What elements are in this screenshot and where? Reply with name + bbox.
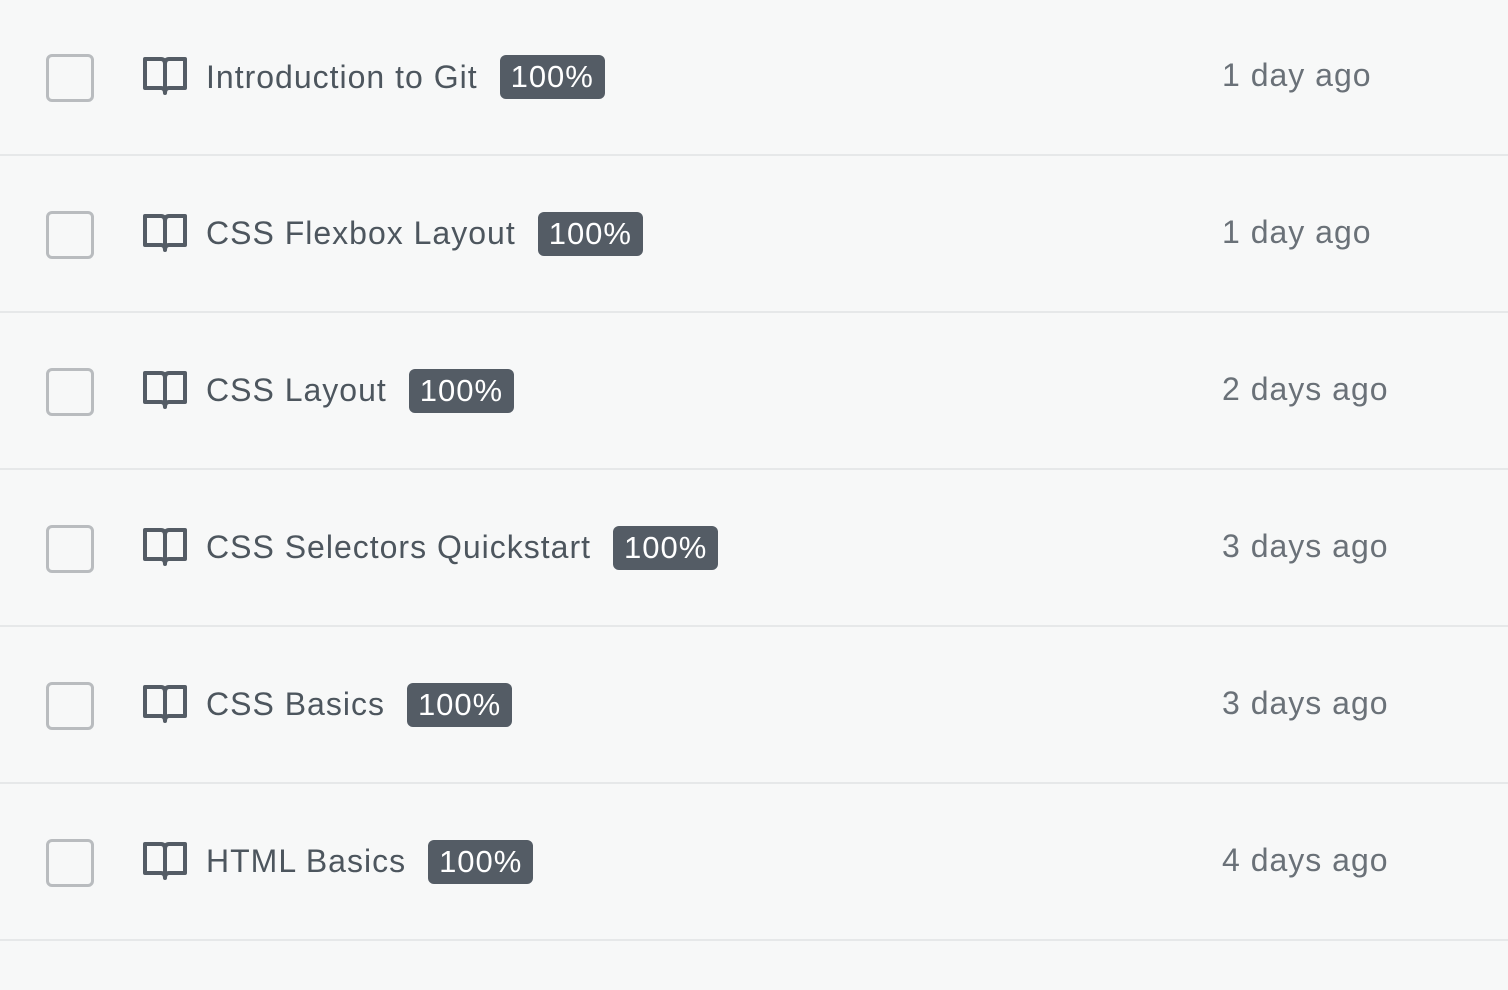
progress-badge: 100% xyxy=(408,368,515,413)
item-title[interactable]: CSS Layout xyxy=(206,372,387,409)
item-title-group: Introduction to Git 100% xyxy=(206,54,605,100)
item-timestamp: 3 days ago xyxy=(1222,684,1389,721)
item-checkbox[interactable] xyxy=(46,838,94,887)
progress-badge: 100% xyxy=(537,211,643,256)
item-checkbox[interactable] xyxy=(46,210,94,259)
list-item: CSS Flexbox Layout 100% 1 day ago xyxy=(0,156,1508,313)
item-title[interactable]: CSS Flexbox Layout xyxy=(206,215,516,252)
item-timestamp: 2 days ago xyxy=(1222,370,1389,407)
progress-badge: 100% xyxy=(428,839,534,884)
item-title[interactable]: HTML Basics xyxy=(206,843,406,880)
book-open-icon xyxy=(142,840,188,880)
progress-badge: 100% xyxy=(613,525,719,570)
item-title-group: CSS Flexbox Layout 100% xyxy=(206,211,643,257)
item-title[interactable]: CSS Selectors Quickstart xyxy=(206,529,591,566)
item-title-group: CSS Basics 100% xyxy=(206,682,513,728)
item-checkbox[interactable] xyxy=(46,367,94,416)
item-title-group: CSS Selectors Quickstart 100% xyxy=(206,525,719,571)
item-title[interactable]: CSS Basics xyxy=(206,686,385,723)
item-title-group: CSS Layout 100% xyxy=(206,368,515,414)
list-item: CSS Basics 100% 3 days ago xyxy=(0,627,1508,784)
progress-badge: 100% xyxy=(406,682,513,727)
item-timestamp: 4 days ago xyxy=(1222,841,1389,878)
book-open-icon xyxy=(142,683,188,723)
list-item: CSS Selectors Quickstart 100% 3 days ago xyxy=(0,470,1508,627)
item-checkbox[interactable] xyxy=(46,524,94,573)
item-title[interactable]: Introduction to Git xyxy=(206,59,478,96)
item-title-group: HTML Basics 100% xyxy=(206,839,534,885)
book-open-icon xyxy=(142,526,188,566)
list-item: Introduction to Git 100% 1 day ago xyxy=(0,0,1508,156)
item-timestamp: 1 day ago xyxy=(1222,57,1372,93)
item-timestamp: 3 days ago xyxy=(1222,527,1389,564)
book-open-icon xyxy=(142,369,188,409)
list-item: HTML Basics 100% 4 days ago xyxy=(0,784,1508,941)
progress-badge: 100% xyxy=(499,55,605,99)
item-timestamp: 1 day ago xyxy=(1222,213,1372,250)
course-list: Introduction to Git 100% 1 day ago CSS F… xyxy=(0,0,1508,941)
item-checkbox[interactable] xyxy=(46,54,94,102)
book-open-icon xyxy=(142,55,188,95)
list-item: CSS Layout 100% 2 days ago xyxy=(0,313,1508,470)
book-open-icon xyxy=(142,212,188,252)
item-checkbox[interactable] xyxy=(46,681,94,730)
